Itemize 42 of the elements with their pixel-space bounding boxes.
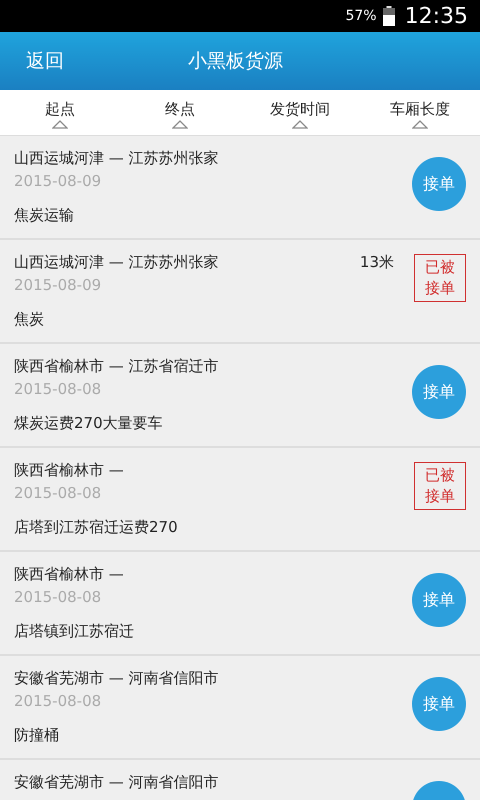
order-date: 2015-08-09 [14,171,102,191]
taken-stamp: 已被接单 [414,462,466,510]
route-text: 陕西省榆林市 — [14,460,124,480]
cargo-description: 店塔镇到江苏宿迁 [14,621,135,641]
cargo-description: 煤炭运费270大量要车 [14,413,164,433]
page-title: 小黑板货源 [188,49,283,74]
sort-triangle-icon [172,120,188,129]
route-text: 陕西省榆林市 — [14,564,124,584]
back-link[interactable]: 返回 [26,48,188,74]
order-row[interactable]: 山西运城河津 — 江苏苏州张家 2015-08-09 焦炭运输 接单 [0,136,480,240]
order-row[interactable]: 陕西省榆林市 — 江苏省宿迁市 2015-08-08 煤炭运费270大量要车 接单 [0,344,480,448]
order-row[interactable]: 陕西省榆林市 — 2015-08-08 店塔到江苏宿迁运费270 已被接单 [0,448,480,552]
battery-icon [382,6,395,26]
order-date: 2015-08-08 [14,379,102,399]
route-text: 山西运城河津 — 江苏苏州张家 [14,148,219,168]
route-text: 安徽省芜湖市 — 河南省信阳市 [14,772,219,792]
order-row[interactable]: 安徽省芜湖市 — 河南省信阳市 2015-08-08 防撞桶 接单 [0,656,480,760]
sort-tab[interactable]: 终点 [120,90,240,135]
cargo-description: 防撞桶 [14,725,60,745]
sort-triangle-icon [292,120,308,129]
cargo-description: 焦炭 [14,309,45,329]
route-text: 安徽省芜湖市 — 河南省信阳市 [14,668,219,688]
order-row[interactable]: 陕西省榆林市 — 2015-08-08 店塔镇到江苏宿迁 接单 [0,552,480,656]
order-date: 2015-08-08 [14,483,102,503]
order-row[interactable]: 山西运城河津 — 江苏苏州张家 13米 2015-08-09 焦炭 已被接单 [0,240,480,344]
sort-triangle-icon [52,120,68,129]
truck-length: 13米 [360,252,394,272]
battery-percent: 57% [345,8,377,24]
cargo-description: 焦炭运输 [14,205,75,225]
route-text: 陕西省榆林市 — 江苏省宿迁市 [14,356,219,376]
sort-tab[interactable]: 车厢长度 [360,90,480,135]
order-date: 2015-08-09 [14,275,102,295]
sort-tab[interactable]: 起点 [0,90,120,135]
sort-tab[interactable]: 发货时间 [240,90,360,135]
clock: 12:35 [404,4,468,28]
cargo-description: 店塔到江苏宿迁运费270 [14,517,179,537]
taken-stamp: 已被接单 [414,254,466,302]
route-text: 山西运城河津 — 江苏苏州张家 [14,252,219,272]
order-date: 2015-08-08 [14,587,102,607]
sort-triangle-icon [412,120,428,129]
order-row[interactable]: 安徽省芜湖市 — 河南省信阳市 [0,760,480,800]
order-date: 2015-08-08 [14,691,102,711]
